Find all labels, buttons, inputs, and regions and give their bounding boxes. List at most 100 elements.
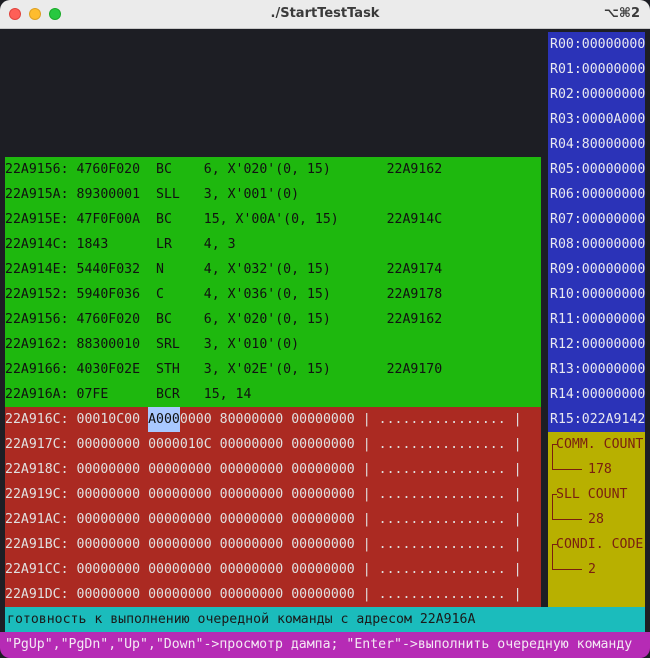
dump-word: 0000 [148, 537, 180, 552]
code-operands: 3, X'02E'(0, 15) [203, 362, 331, 377]
register-value: R10:00000000 [550, 287, 646, 302]
register-value: R07:00000000 [550, 212, 646, 227]
dump-line[interactable]: 22A917C: 00000000 0000 010C 00000000 00000000… [5, 432, 541, 457]
dump-ascii: | ................ | [362, 462, 522, 477]
code-mnemonic: BC [156, 312, 172, 327]
key-help-text: "PgUp","PgDn","Up","Down"->просмотр дамп… [5, 637, 633, 652]
dump-word: 00000000 [219, 462, 284, 477]
code-mnemonic: SRL [156, 337, 180, 352]
code-target: 22A9162 [386, 312, 443, 327]
dump-word: 00000000 [291, 412, 355, 427]
dump-ascii: | ................ | [362, 562, 522, 577]
window-title: ./StartTestTask [270, 6, 380, 21]
dump-word: 0000 [148, 462, 180, 477]
dump-word: 0000 [179, 512, 212, 527]
code-mnemonic: BC [156, 162, 172, 177]
dump-line[interactable]: 22A916C: 00010C00 A000 0000 80000000 00000000… [5, 407, 541, 432]
dump-address: 22A918C: [5, 462, 69, 477]
dump-address: 22A917C: [5, 437, 69, 452]
dump-line[interactable]: 22A91CC: 00000000 0000 0000 00000000 00000000… [5, 557, 541, 582]
counter-value: 28 [588, 512, 604, 527]
code-line: 22A914E: 5440F032 N 4, X'032'(0, 15) 22A9174 [5, 257, 541, 282]
code-hex: 47F0F00A [76, 212, 141, 227]
code-line: 22A9152: 5940F036 C 4, X'036'(0, 15) 22A9178 [5, 282, 541, 307]
dump-address: 22A91CC: [5, 562, 69, 577]
key-help-bar: "PgUp","PgDn","Up","Down"->просмотр дамп… [0, 632, 650, 658]
register-value: R03:0000A000 [550, 112, 646, 127]
code-mnemonic: N [156, 262, 164, 277]
dump-word: 00000000 [219, 437, 284, 452]
dump-word: 0000 [179, 562, 212, 577]
code-line: 22A9156: 4760F020 BC 6, X'020'(0, 15) 22A916… [5, 157, 541, 182]
dump-word: 00000000 [219, 587, 284, 602]
code-address: 22A914C: [5, 237, 69, 252]
dump-word: 0000 [179, 412, 212, 427]
dump-ascii: | ................ | [362, 512, 522, 527]
code-hex: 1843 [76, 237, 109, 252]
code-operands: 15, 14 [203, 387, 252, 402]
dump-word: 010C [179, 437, 212, 452]
dump-ascii: | ................ | [362, 537, 522, 552]
dump-word: 00000000 [291, 537, 355, 552]
dump-word: 00000000 [76, 487, 141, 502]
counter-item: COMM. COUNT 178 [548, 432, 645, 482]
dump-line[interactable]: 22A919C: 00000000 0000 0000 00000000 00000000… [5, 482, 541, 507]
code-operands: 6, X'020'(0, 15) [203, 312, 331, 327]
code-operands: 4, X'032'(0, 15) [203, 262, 331, 277]
dump-word: 00000000 [76, 562, 141, 577]
counter-item: CONDI. CODE 2 [548, 532, 645, 582]
dump-word: 00000000 [291, 487, 355, 502]
code-line: 22A915A: 89300001 SLL 3, X'001'(0) [5, 182, 541, 207]
code-target: 22A914C [386, 212, 443, 227]
register-value: R04:80000000 [550, 137, 646, 152]
dump-word: 00000000 [291, 437, 355, 452]
register-value: R06:00000000 [550, 187, 646, 202]
code-address: 22A915A: [5, 187, 69, 202]
dump-word: 00000000 [291, 587, 355, 602]
register-value: R15:022A9142 [550, 412, 646, 427]
dump-word: 00000000 [76, 537, 141, 552]
code-target: 22A9174 [386, 262, 443, 277]
code-mnemonic: LR [156, 237, 172, 252]
register-value: R09:00000000 [550, 262, 646, 277]
dump-word: 00000000 [219, 537, 284, 552]
dump-word: 00000000 [219, 512, 284, 527]
dump-word: 0000 [179, 487, 212, 502]
code-line: 22A915E: 47F0F00A BC 15, X'00A'(0, 15) 22A91… [5, 207, 541, 232]
dump-line[interactable]: 22A91AC: 00000000 0000 0000 00000000 00000000… [5, 507, 541, 532]
terminal-content[interactable]: 22A9156: 4760F020 BC 6, X'020'(0, 15) 22A916… [0, 30, 650, 658]
code-hex: 4760F020 [76, 312, 141, 327]
counter-value: 178 [588, 462, 612, 477]
register-value: R02:00000000 [550, 87, 646, 102]
dump-line[interactable]: 22A918C: 00000000 0000 0000 00000000 00000000… [5, 457, 541, 482]
code-address: 22A914E: [5, 262, 69, 277]
dump-address: 22A916C: [5, 412, 69, 427]
code-operands: 3, X'001'(0) [203, 187, 300, 202]
dump-word: 0000 [148, 512, 180, 527]
code-address: 22A9152: [5, 287, 69, 302]
dump-word: 80000000 [219, 412, 284, 427]
dump-word: 0000 [179, 537, 212, 552]
code-hex: 07FE [76, 387, 109, 402]
code-mnemonic: STH [156, 362, 180, 377]
register-value: R00:00000000 [550, 37, 646, 52]
dump-word: 00000000 [76, 512, 141, 527]
dump-word: A000 [148, 407, 180, 432]
dump-word: 0000 [179, 462, 212, 477]
counter-item: SLL COUNT 28 [548, 482, 645, 532]
code-mnemonic: C [156, 287, 164, 302]
dump-line[interactable]: 22A91DC: 00000000 0000 0000 00000000 00000000… [5, 582, 541, 607]
register-value: R12:00000000 [550, 337, 646, 352]
register-value: R13:00000000 [550, 362, 646, 377]
memory-dump-panel[interactable]: 22A916C: 00010C00 A000 0000 80000000 00000000… [5, 407, 541, 607]
counter-label: CONDI. CODE [556, 537, 644, 552]
dump-line[interactable]: 22A91BC: 00000000 0000 0000 00000000 00000000… [5, 532, 541, 557]
dump-word: 0000 [148, 562, 180, 577]
dump-address: 22A91AC: [5, 512, 69, 527]
code-line: 22A916A: 07FE BCR 15, 14 [5, 382, 541, 407]
code-target: 22A9170 [386, 362, 443, 377]
code-mnemonic: SLL [156, 187, 180, 202]
code-hex: 88300010 [76, 337, 141, 352]
counter-value: 2 [588, 562, 596, 577]
dump-word: 0000 [179, 587, 212, 602]
